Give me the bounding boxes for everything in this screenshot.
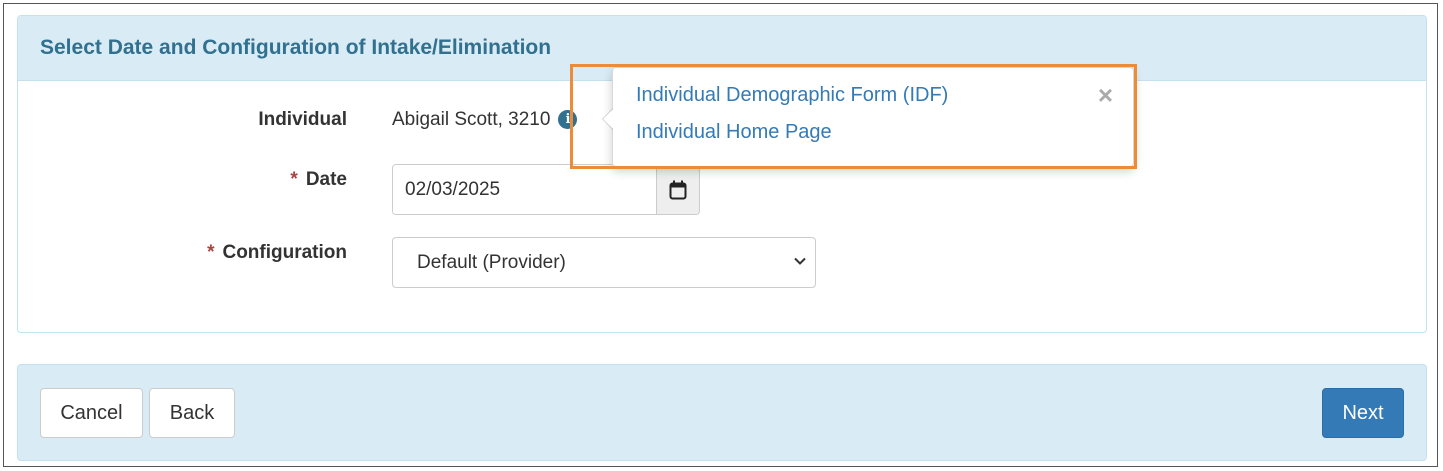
panel-title: Select Date and Configuration of Intake/…: [40, 36, 552, 59]
required-marker: *: [290, 169, 298, 190]
calendar-button[interactable]: [656, 165, 699, 214]
date-label: Date: [305, 169, 347, 190]
next-button[interactable]: Next: [1322, 388, 1404, 438]
individual-popover: Individual Demographic Form (IDF) Indivi…: [602, 67, 1134, 167]
close-icon[interactable]: ×: [1098, 82, 1113, 108]
configuration-select[interactable]: Default (Provider): [392, 237, 816, 288]
idf-link[interactable]: Individual Demographic Form (IDF): [636, 84, 948, 107]
calendar-icon: [669, 180, 687, 199]
individual-value: Abigail Scott, 3210: [392, 109, 551, 130]
required-marker: *: [207, 242, 215, 263]
footer-panel: Cancel Back Next: [17, 364, 1427, 461]
date-input[interactable]: [393, 165, 656, 214]
info-circle-icon[interactable]: i: [558, 110, 578, 129]
configuration-selected-value: Default (Provider): [417, 251, 566, 273]
chevron-down-icon: [794, 257, 806, 265]
individual-label: Individual: [258, 109, 347, 130]
popover-arrow: [602, 108, 613, 130]
back-button[interactable]: Back: [149, 388, 235, 438]
configuration-label-group: * Configuration: [207, 242, 347, 264]
intake-panel: Select Date and Configuration of Intake/…: [17, 15, 1427, 333]
individual-home-page-link[interactable]: Individual Home Page: [636, 121, 832, 144]
cancel-button[interactable]: Cancel: [40, 388, 143, 438]
configuration-label: Configuration: [222, 242, 347, 263]
individual-value-group: Abigail Scott, 3210 i: [392, 109, 578, 131]
date-label-group: * Date: [290, 169, 347, 191]
date-input-group: [392, 164, 700, 215]
